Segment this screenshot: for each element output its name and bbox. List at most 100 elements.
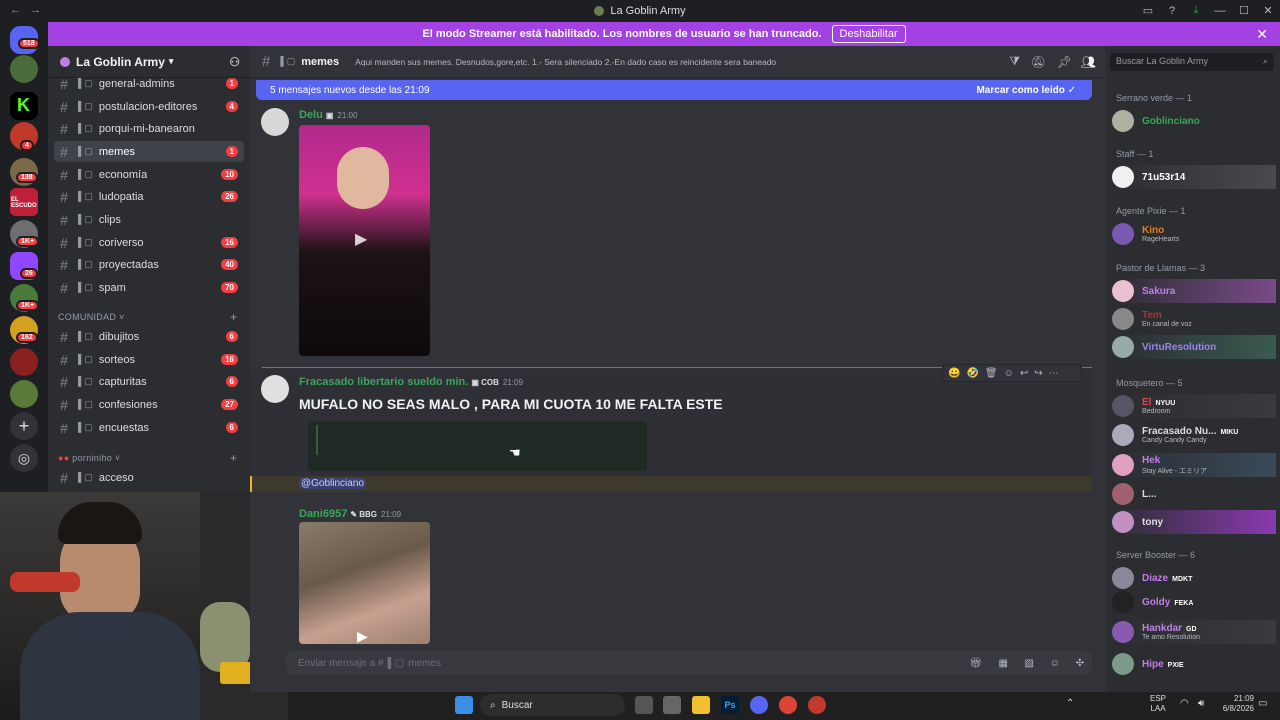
add-server-icon[interactable]: +: [10, 412, 38, 440]
new-messages-bar[interactable]: 5 mensajes nuevos desde las 21:09 Marcar…: [256, 80, 1092, 100]
emoji-icon[interactable]: ☺: [1050, 658, 1060, 669]
language-indicator[interactable]: ESP LAA: [1150, 694, 1166, 714]
add-member-icon[interactable]: ⚇: [229, 55, 240, 69]
apps-icon[interactable]: ✣: [1076, 658, 1084, 669]
reaction-icon[interactable]: 🤣: [966, 368, 978, 379]
member-item[interactable]: Sakura: [1112, 279, 1276, 303]
task-view-icon[interactable]: [635, 696, 653, 714]
discover-icon[interactable]: ◎: [10, 444, 38, 472]
channel-postulacion-editores[interactable]: # ▌▢ postulacion-editores 4: [54, 96, 244, 117]
channel-memes[interactable]: # ▌▢ memes 1: [54, 141, 244, 162]
forward-icon[interactable]: ↪: [1034, 368, 1042, 379]
file-explorer-icon[interactable]: [692, 696, 710, 714]
mute-icon[interactable]: 🔕︎: [1031, 55, 1046, 69]
back-arrow-icon[interactable]: ←: [10, 4, 21, 16]
mark-read-button[interactable]: Marcar como leído ✓: [976, 85, 1076, 96]
forward-arrow-icon[interactable]: →: [30, 4, 41, 16]
channel-acceso[interactable]: # ▌▢ acceso: [54, 467, 244, 488]
chrome-icon[interactable]: [779, 696, 797, 714]
channel-capturitas[interactable]: # ▌▢ capturitas 6: [54, 371, 244, 392]
channel-proyectadas[interactable]: # ▌▢ proyectadas 40: [54, 254, 244, 275]
server-icon-11[interactable]: [10, 380, 38, 408]
discord-taskbar-icon[interactable]: [750, 696, 768, 714]
member-item[interactable]: tony: [1112, 510, 1276, 534]
category-porniniho[interactable]: ●● porniniho ˅: [58, 453, 120, 463]
member-item[interactable]: Goblinciano: [1112, 109, 1276, 133]
message-author[interactable]: Delu ▣ 21:00: [299, 109, 357, 121]
search-input[interactable]: Buscar La Goblin Army ⌕: [1110, 53, 1274, 71]
server-icon-kick[interactable]: K: [10, 92, 38, 120]
maximize-icon[interactable]: ☐: [1232, 4, 1256, 17]
volume-icon[interactable]: 🔊︎: [1198, 698, 1204, 709]
category-comunidad[interactable]: COMUNIDAD ˅: [58, 312, 125, 322]
user-mention[interactable]: @Goblinciano: [299, 478, 366, 489]
add-channel-icon[interactable]: +: [230, 310, 237, 324]
member-item[interactable]: Tem En canal de voz: [1112, 307, 1276, 331]
message-composer[interactable]: Enviar mensaje a # ▌▢ memes 🎁︎ ▦ ▧ ☺ ✣: [286, 651, 1092, 675]
message-author[interactable]: Fracasado libertario sueldo min. ▣ COB 21:…: [299, 376, 523, 388]
reaction-icon[interactable]: 😀: [948, 368, 960, 379]
help-icon[interactable]: ?: [1160, 5, 1184, 17]
wifi-icon[interactable]: ◠: [1180, 698, 1189, 709]
notifications-icon[interactable]: ▭: [1258, 698, 1267, 709]
gif-icon[interactable]: ▦: [999, 658, 1008, 669]
avatar[interactable]: [261, 507, 289, 535]
channel-coriverso[interactable]: # ▌▢ coriverso 16: [54, 232, 244, 253]
image-attachment[interactable]: [308, 421, 647, 471]
photoshop-icon[interactable]: Ps: [721, 696, 739, 714]
member-item[interactable]: Hankdar GD Te amo Resolution: [1112, 620, 1276, 644]
download-icon[interactable]: ⤓: [1184, 4, 1208, 17]
minimize-icon[interactable]: —: [1208, 5, 1232, 17]
play-icon[interactable]: ▶: [355, 229, 367, 249]
windows-start-icon[interactable]: [455, 696, 473, 714]
inbox-icon[interactable]: ▭: [1136, 4, 1160, 17]
member-item[interactable]: Kino RageHearts: [1112, 222, 1276, 246]
threads-icon[interactable]: ⧩: [1009, 54, 1020, 69]
more-icon[interactable]: ⋯: [1049, 368, 1059, 379]
server-icon-5[interactable]: EL ESCUDO: [10, 188, 38, 216]
channel-spam[interactable]: # ▌▢ spam 70: [54, 277, 244, 298]
avatar[interactable]: [261, 108, 289, 136]
member-item[interactable]: Fracasado Nu... MIKU Candy Candy Candy: [1112, 423, 1276, 447]
channel-economia[interactable]: # ▌▢ economía 10: [54, 164, 244, 185]
message-author[interactable]: Dani6957 ✎ BBG 21:09: [299, 508, 401, 520]
reaction-icon[interactable]: 🗑: [985, 368, 998, 379]
member-item[interactable]: 71u53r14: [1112, 165, 1276, 189]
channel-dibujitos[interactable]: # ▌▢ dibujitos 6: [54, 326, 244, 347]
add-channel-icon[interactable]: +: [230, 451, 237, 465]
channel-encuestas[interactable]: # ▌▢ encuestas 6: [54, 417, 244, 438]
member-item[interactable]: Hipe PXIE: [1112, 652, 1276, 676]
server-icon-1[interactable]: [10, 55, 38, 83]
app-icon[interactable]: [663, 696, 681, 714]
clock[interactable]: 21:09 6/8/2026: [1222, 694, 1254, 714]
video-attachment[interactable]: ▶: [299, 125, 430, 356]
member-item[interactable]: Goldy FEKA: [1112, 590, 1276, 614]
close-banner-icon[interactable]: ✕: [1256, 26, 1268, 43]
member-item[interactable]: Diaze MDKT: [1112, 566, 1276, 590]
disable-streamer-button[interactable]: Deshabilitar: [831, 25, 906, 43]
close-window-icon[interactable]: ✕: [1256, 4, 1280, 17]
channel-topic[interactable]: Aqui manden sus memes. Desnudos,gore,etc…: [355, 57, 915, 67]
channel-clips[interactable]: # ▌▢ clips: [54, 209, 244, 230]
sticker-icon[interactable]: ▧: [1025, 658, 1034, 669]
reply-icon[interactable]: ↩: [1020, 368, 1028, 379]
avatar[interactable]: [261, 375, 289, 403]
member-item[interactable]: El NYUU Bedroom: [1112, 394, 1276, 418]
server-icon-10[interactable]: [10, 348, 38, 376]
channel-sorteos[interactable]: # ▌▢ sorteos 16: [54, 349, 244, 370]
taskbar-search[interactable]: ⌕ Buscar: [480, 694, 625, 716]
obs-icon[interactable]: [808, 696, 826, 714]
channel-confesiones[interactable]: # ▌▢ confesiones 27: [54, 394, 244, 415]
member-item[interactable]: L...: [1112, 482, 1276, 506]
tray-chevron-icon[interactable]: ⌃: [1066, 698, 1074, 709]
video-attachment[interactable]: ▶: [299, 522, 430, 644]
play-icon[interactable]: ▶: [357, 628, 368, 644]
channel-porqui-mi-banearon[interactable]: # ▌▢ porqui-mi-banearon: [54, 118, 244, 139]
channel-ludopatia[interactable]: # ▌▢ ludopatia 26: [54, 186, 244, 207]
add-reaction-icon[interactable]: ☺: [1004, 368, 1014, 379]
member-item[interactable]: Hek Stay Alive - エミリア: [1112, 453, 1276, 477]
member-list-icon[interactable]: 👥︎: [1081, 55, 1096, 69]
member-item[interactable]: VirtuResolution: [1112, 335, 1276, 359]
pin-icon[interactable]: 📌︎: [1057, 55, 1072, 69]
channel-general-admins[interactable]: # ▌▢ general-admins 1: [54, 73, 244, 94]
